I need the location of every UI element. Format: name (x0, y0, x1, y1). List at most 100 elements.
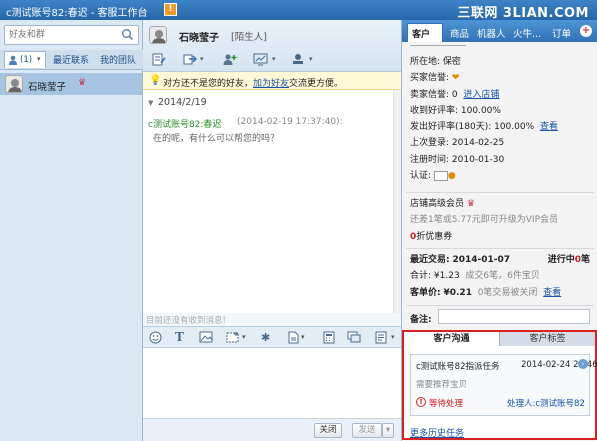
tab-product[interactable]: 商品 (450, 26, 469, 40)
message-input[interactable] (143, 348, 401, 418)
more-history-link[interactable]: 更多历史任务 (410, 426, 464, 439)
location-label: 所在地: (410, 57, 441, 67)
chat-avatar (149, 26, 167, 44)
register-value: 2010-01-30 (451, 154, 505, 165)
add-friend-link[interactable]: 加为好友 (253, 79, 289, 89)
message-sender: c测试账号82:春迟 (148, 120, 222, 130)
chevron-down-icon[interactable]: ▾ (200, 55, 204, 63)
search-input[interactable] (9, 28, 119, 42)
search-icon[interactable] (121, 28, 134, 41)
task-card[interactable]: c测试账号82指派任务 2014-02-24 22:46 › 需要推荐宝贝 ! … (410, 354, 597, 416)
tab-robot[interactable]: 机器人 (477, 26, 506, 40)
file-icon[interactable] (287, 331, 300, 344)
total-amount: ¥1.23 (433, 271, 460, 282)
search-box[interactable] (4, 25, 139, 45)
chat-header: 石晓莹子 [陌生人] ▾ ▾ ▾ (143, 20, 401, 72)
chat-footer: 目前还没有收到消息! (143, 313, 401, 326)
avatar (5, 75, 23, 93)
seller-credit-label: 卖家信誉: (410, 89, 450, 100)
user-icon (9, 55, 17, 65)
expand-icon[interactable]: › (578, 359, 588, 369)
total-label: 合计: (410, 271, 432, 282)
scrollbar[interactable] (393, 90, 401, 320)
app-window: c测试账号82:春迟 - 客服工作台 ! 三联网 3LIAN.COM (1) ▾… (0, 0, 597, 441)
customer-panel: 客户 商品 机器人 火牛... 订单 + 所在地: 保密 买家信誉: ❤ 卖家信… (401, 20, 597, 441)
view-rate-link[interactable]: 查看 (540, 122, 558, 132)
contact-tabs: (1) ▾ 最近联系 我的团队 (0, 50, 143, 70)
monitor-icon[interactable] (253, 53, 269, 66)
font-icon[interactable]: T (175, 330, 184, 344)
register-label: 注册时间: (410, 154, 450, 165)
quick-reply-icon[interactable] (347, 331, 361, 344)
good-rate-label: 收到好评率: (410, 105, 459, 116)
contacts-panel: (1) ▾ 最近联系 我的团队 石晓莹子 ♛ (0, 20, 143, 441)
input-toolbar: T ▾ ✱ ▾ ▾ (143, 326, 401, 348)
send-button[interactable]: 发送 (352, 423, 382, 438)
last-login-label: 上次登录: (410, 138, 450, 149)
chevron-down-icon[interactable]: ▾ (309, 55, 313, 63)
avg-label: 客单价: (410, 287, 441, 298)
message-area: ▼ 2014/2/19 c测试账号82:春迟 (2014-02-19 17:37… (143, 90, 401, 320)
handler-value: c测试账号82 (535, 399, 585, 409)
tab-order[interactable]: 订单 (552, 26, 571, 40)
calculator-icon[interactable] (323, 331, 335, 344)
chevron-down-icon[interactable]: ▾ (242, 333, 246, 341)
recent-trade-label: 最近交易: (410, 255, 450, 265)
chevron-down-icon[interactable]: ▾ (391, 333, 395, 341)
recent-trade-date: 2014-01-07 (452, 255, 511, 265)
tab-team[interactable]: 我的团队 (100, 53, 136, 66)
note-input[interactable] (438, 309, 590, 324)
add-tab-icon[interactable]: + (580, 25, 592, 37)
image-icon[interactable] (199, 331, 213, 344)
customer-info: 所在地: 保密 买家信誉: ❤ 卖家信誉: 0 进入店铺 收到好评率: 100.… (410, 54, 594, 184)
discount-text: 折优惠券 (416, 231, 453, 242)
transfer-icon[interactable] (183, 53, 197, 66)
tab-contacts[interactable]: (1) ▾ (4, 51, 46, 68)
tab-customer-comm[interactable]: 客户沟通 (404, 332, 500, 346)
tab-customer-tags[interactable]: 客户标签 (500, 332, 595, 346)
give-rate-value: 100.00% (494, 122, 535, 133)
vip-title: 店铺高级会员 (410, 199, 465, 209)
notice-text: 对方还不是您的好友， (163, 79, 254, 89)
collapse-icon[interactable]: ▼ (148, 99, 153, 107)
close-button[interactable]: 关闭 (314, 423, 342, 438)
chat-contact-tag: [陌生人] (231, 32, 267, 43)
contact-item[interactable]: 石晓莹子 ♛ (0, 73, 142, 95)
message-text: 在的呢，有什么可以帮您的吗？ (153, 134, 280, 144)
tab-huoniu[interactable]: 火牛... (513, 26, 541, 40)
edit-icon[interactable] (152, 53, 166, 66)
task-desc: 需要推荐宝贝 (416, 380, 468, 390)
view-trade-link[interactable]: 查看 (543, 288, 561, 298)
screenshot-icon[interactable] (226, 331, 240, 344)
emoji-icon[interactable] (149, 331, 162, 344)
stamp-icon[interactable] (291, 53, 305, 66)
tab-customer[interactable]: 客户 (407, 23, 443, 42)
history-icon[interactable] (375, 331, 389, 344)
seller-credit-value: 0 (451, 89, 458, 100)
location-value: 保密 (442, 57, 461, 67)
add-user-icon[interactable] (223, 53, 237, 66)
chevron-down-icon[interactable]: ▾ (301, 333, 305, 341)
vibrate-icon[interactable]: ✱ (261, 331, 270, 344)
chevron-down-icon[interactable]: ▾ (37, 55, 41, 63)
shop-link[interactable]: 进入店铺 (463, 90, 499, 100)
tab-recent[interactable]: 最近联系 (53, 53, 89, 66)
handler-label: 处理人: (507, 399, 536, 409)
chevron-down-icon[interactable]: ▾ (272, 55, 276, 63)
chat-contact-name: 石晓莹子 (179, 33, 219, 44)
message-time: (2014-02-19 17:37:40): (237, 117, 343, 127)
last-login-value: 2014-02-25 (451, 138, 505, 149)
alert-icon[interactable]: ! (164, 3, 177, 16)
task-status: 等待处理 (429, 399, 464, 409)
watermark: 三联网 3LIAN.COM (457, 6, 589, 21)
crown-icon: ♛ (78, 78, 87, 88)
give-rate-label: 发出好评率(180天): (410, 122, 492, 133)
send-bar: 关闭 发送 ▾ (143, 418, 401, 441)
trade-section: 最近交易: 2014-01-07 进行中0笔 合计: ¥1.23 成交6笔，6件宝… (410, 252, 594, 301)
friend-notice: 💡 对方还不是您的好友，加为好友交流更方便。 (143, 72, 401, 90)
heart-icon: ❤ (451, 73, 460, 84)
send-options-button[interactable]: ▾ (382, 423, 394, 438)
good-rate-value: 100.00% (460, 105, 501, 116)
contact-name: 石晓莹子 (28, 82, 67, 93)
chat-panel: 石晓莹子 [陌生人] ▾ ▾ ▾ 💡 对方还不是您的好友，加为好友交流更方便。 … (143, 20, 401, 441)
